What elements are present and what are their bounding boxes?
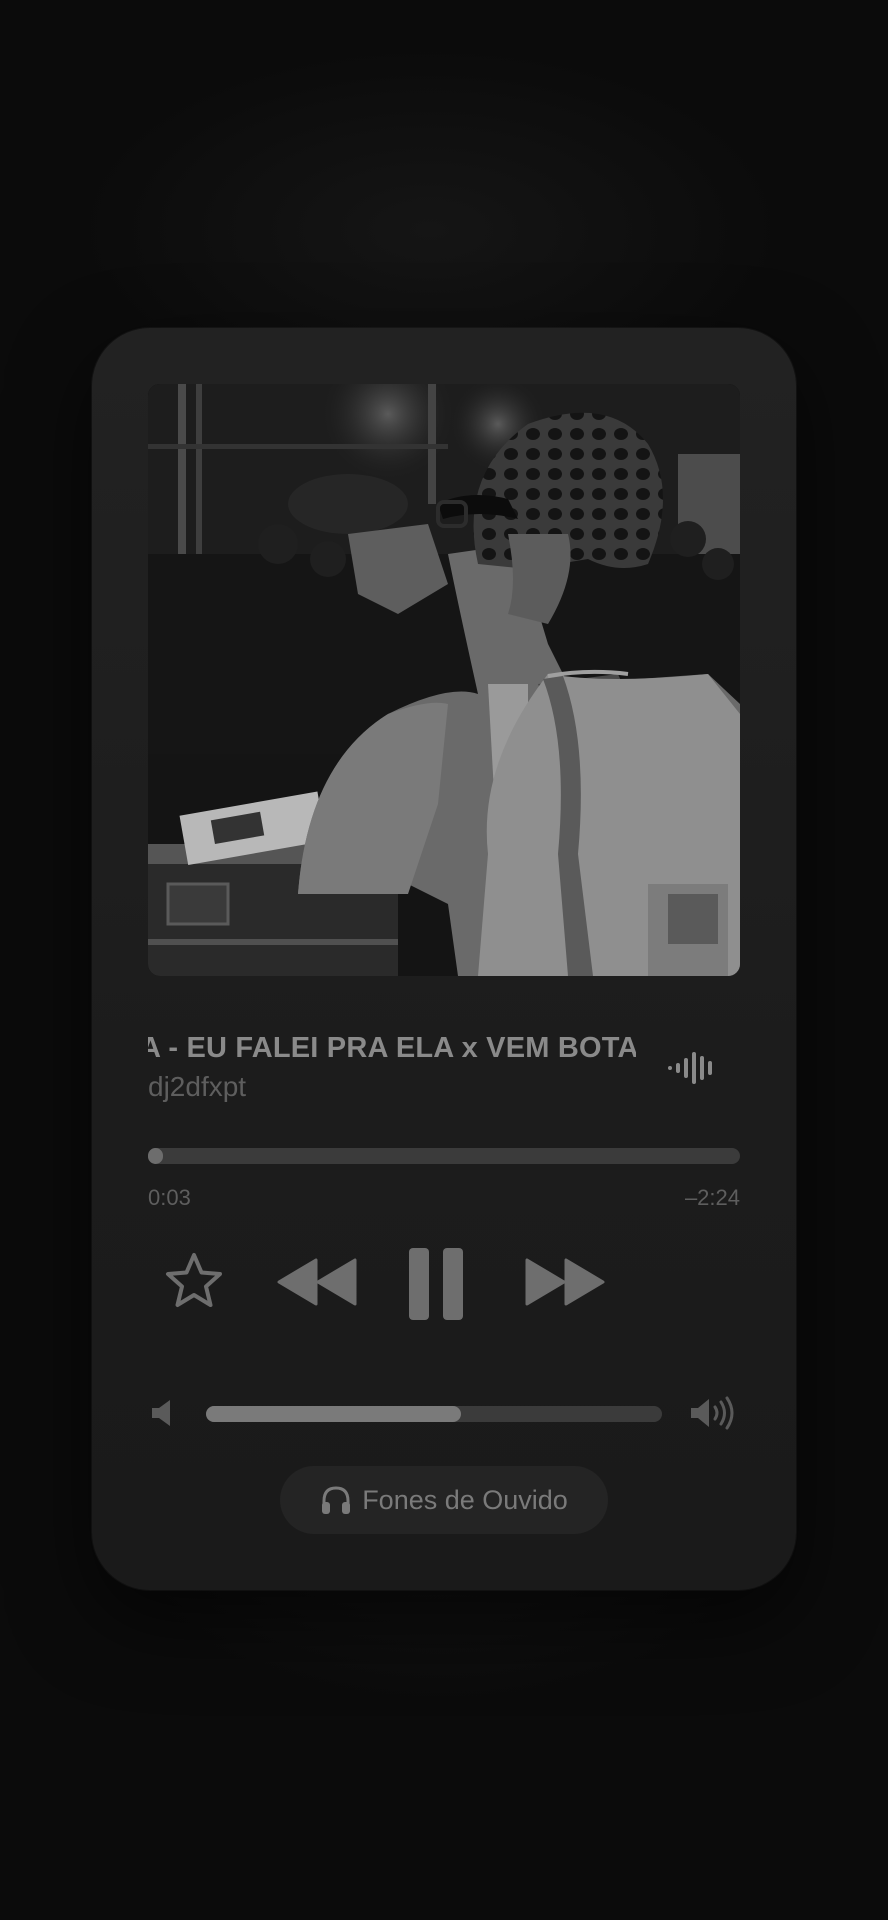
album-artwork: [148, 384, 740, 976]
volume-slider[interactable]: [206, 1406, 662, 1422]
waveform-button[interactable]: [664, 1048, 720, 1088]
track-title: A - EU FALEI PRA ELA x VEM BOTA: [148, 1032, 636, 1064]
volume-min-button[interactable]: [148, 1397, 176, 1429]
speaker-high-icon: [691, 1396, 734, 1430]
elapsed-time: 0:03: [148, 1185, 191, 1210]
speaker-low-icon: [152, 1400, 170, 1426]
forward-icon: [525, 1258, 605, 1306]
audio-route-label: Fones de Ouvido: [362, 1484, 568, 1515]
headphones-icon: [322, 1486, 351, 1514]
fast-forward-button[interactable]: [520, 1254, 610, 1310]
remaining-time: –2:24: [684, 1185, 740, 1210]
audio-route-button[interactable]: Fones de Ouvido: [280, 1466, 608, 1534]
rewind-button[interactable]: [272, 1254, 362, 1310]
pause-icon: [409, 1248, 463, 1320]
waveform-icon: [668, 1052, 712, 1084]
volume-max-button[interactable]: [688, 1395, 740, 1431]
playback-progress-fill: [148, 1148, 163, 1164]
favorite-button[interactable]: [162, 1248, 226, 1312]
pause-button[interactable]: [404, 1244, 468, 1324]
artist-name[interactable]: dj2dfxpt: [148, 1071, 246, 1103]
star-icon: [166, 1253, 222, 1307]
backward-icon: [277, 1258, 357, 1306]
volume-level-fill: [206, 1406, 462, 1422]
now-playing-card: A - EU FALEI PRA ELA x VEM BOTA dj2dfxpt…: [92, 328, 796, 1590]
track-title-marquee: A - EU FALEI PRA ELA x VEM BOTA: [148, 1030, 636, 1070]
playback-scrubber[interactable]: [148, 1148, 740, 1164]
